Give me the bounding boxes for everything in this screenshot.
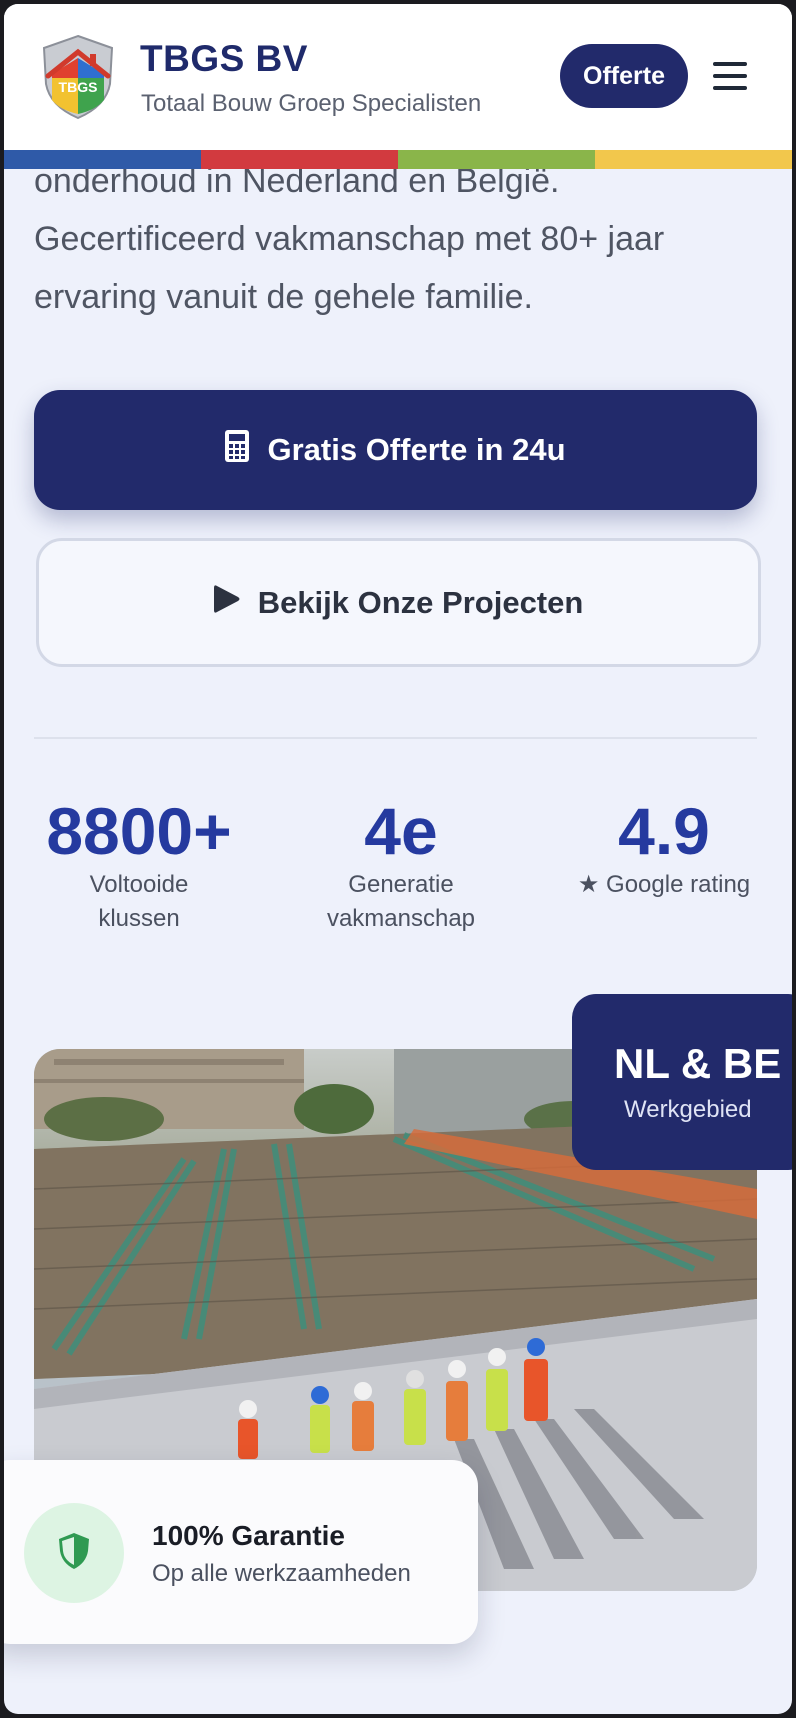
stat-value: 4.9 bbox=[618, 794, 710, 868]
hero-line: ervaring vanuit de gehele familie. bbox=[34, 278, 533, 316]
guarantee-card: 100% Garantie Op alle werkzaamheden bbox=[4, 1460, 478, 1644]
stat-value: 8800+ bbox=[46, 794, 232, 868]
site-header: TBGS TBGS BV Totaal Bouw Groep Specialis… bbox=[4, 4, 792, 150]
calculator-icon bbox=[225, 430, 250, 470]
region-badge: NL & BE Werkgebied bbox=[572, 994, 792, 1170]
hero-line: Gecertificeerd vakmanschap met 80+ jaar bbox=[34, 220, 665, 258]
stat-label: vakmanschap bbox=[326, 905, 476, 932]
stat-completed-jobs: 8800+ Voltooide klussen bbox=[19, 794, 259, 936]
stat-generation: 4e Generatie vakmanschap bbox=[281, 794, 521, 936]
stat-label: klussen bbox=[98, 905, 180, 932]
stripe-blue bbox=[4, 150, 201, 169]
brand-color-stripe bbox=[4, 150, 792, 169]
play-icon bbox=[213, 584, 240, 622]
offerte-button[interactable]: Offerte bbox=[560, 44, 688, 108]
brand-name[interactable]: TBGS BV bbox=[140, 38, 308, 80]
section-divider bbox=[34, 737, 757, 739]
stripe-green bbox=[398, 150, 595, 169]
guarantee-title: 100% Garantie bbox=[152, 1520, 345, 1551]
guarantee-subtitle: Op alle werkzaamheden bbox=[152, 1560, 411, 1587]
hero-description: onderhoud in Nederland en België. Gecert… bbox=[34, 152, 769, 326]
stat-google-rating: 4.9 ★ Google rating bbox=[544, 794, 784, 902]
tbgs-logo[interactable]: TBGS bbox=[40, 34, 116, 120]
shield-icon bbox=[57, 1532, 91, 1575]
shield-icon-circle bbox=[24, 1503, 124, 1603]
hamburger-icon[interactable] bbox=[713, 62, 747, 92]
stat-value: 4e bbox=[364, 794, 438, 868]
free-quote-label: Gratis Offerte in 24u bbox=[267, 432, 566, 467]
stat-label: Generatie bbox=[348, 871, 454, 898]
view-projects-button[interactable]: Bekijk Onze Projecten bbox=[36, 538, 761, 667]
stat-label: Voltooide bbox=[89, 871, 189, 898]
stripe-red bbox=[201, 150, 398, 169]
logo-text: TBGS bbox=[59, 79, 98, 95]
region-subtitle: Werkgebied bbox=[624, 1096, 752, 1123]
view-projects-label: Bekijk Onze Projecten bbox=[257, 584, 584, 620]
brand-subtitle: Totaal Bouw Groep Specialisten bbox=[141, 90, 482, 117]
free-quote-button[interactable]: Gratis Offerte in 24u bbox=[34, 390, 757, 510]
region-title: NL & BE bbox=[614, 1040, 782, 1087]
stat-label: ★ Google rating bbox=[577, 871, 751, 898]
phone-screen: onderhoud in Nederland en België. Gecert… bbox=[4, 4, 792, 1714]
stripe-yellow bbox=[595, 150, 792, 169]
